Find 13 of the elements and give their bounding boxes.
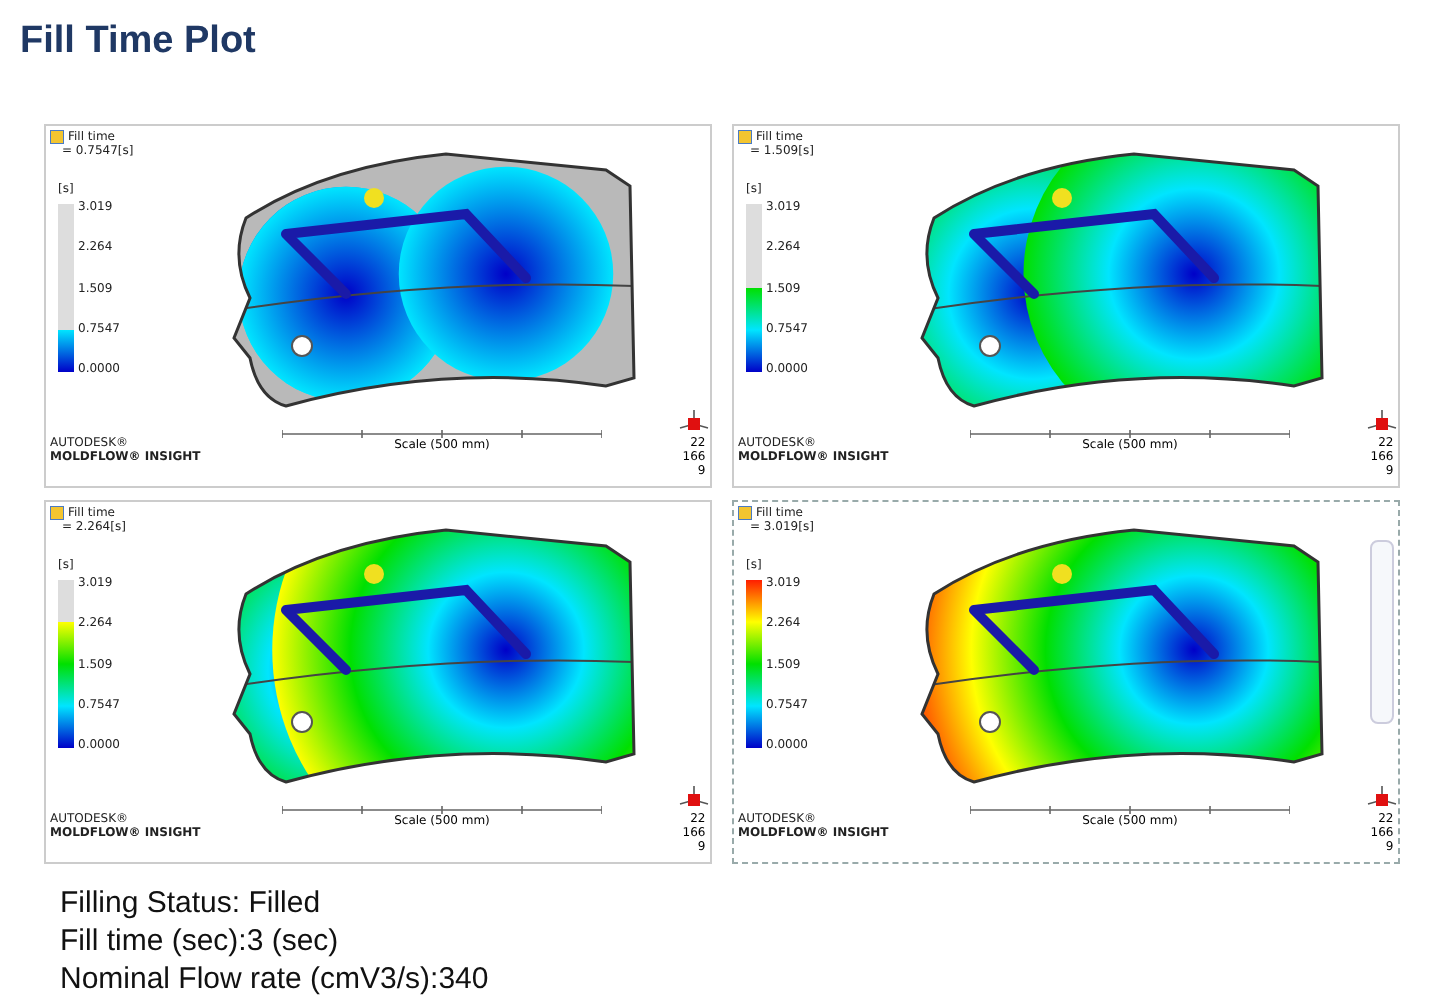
axis-triad-icon xyxy=(678,784,710,812)
axis-triad-icon xyxy=(1366,408,1398,436)
navigation-toolbar[interactable] xyxy=(1370,540,1394,724)
summary-line: Fill time (sec):3 (sec) xyxy=(60,922,341,960)
result-icon xyxy=(50,130,64,144)
result-icon xyxy=(738,130,752,144)
axis-triad-icon xyxy=(678,408,710,436)
result-icon xyxy=(50,506,64,520)
summary-line: Filling Status: Filled xyxy=(60,884,323,922)
result-icon xyxy=(738,506,752,520)
summary-line: Nominal Flow rate (cmV3/s):340 xyxy=(60,960,491,998)
axis-triad-icon xyxy=(1366,784,1398,812)
page-title: Fill Time Plot xyxy=(20,20,256,64)
